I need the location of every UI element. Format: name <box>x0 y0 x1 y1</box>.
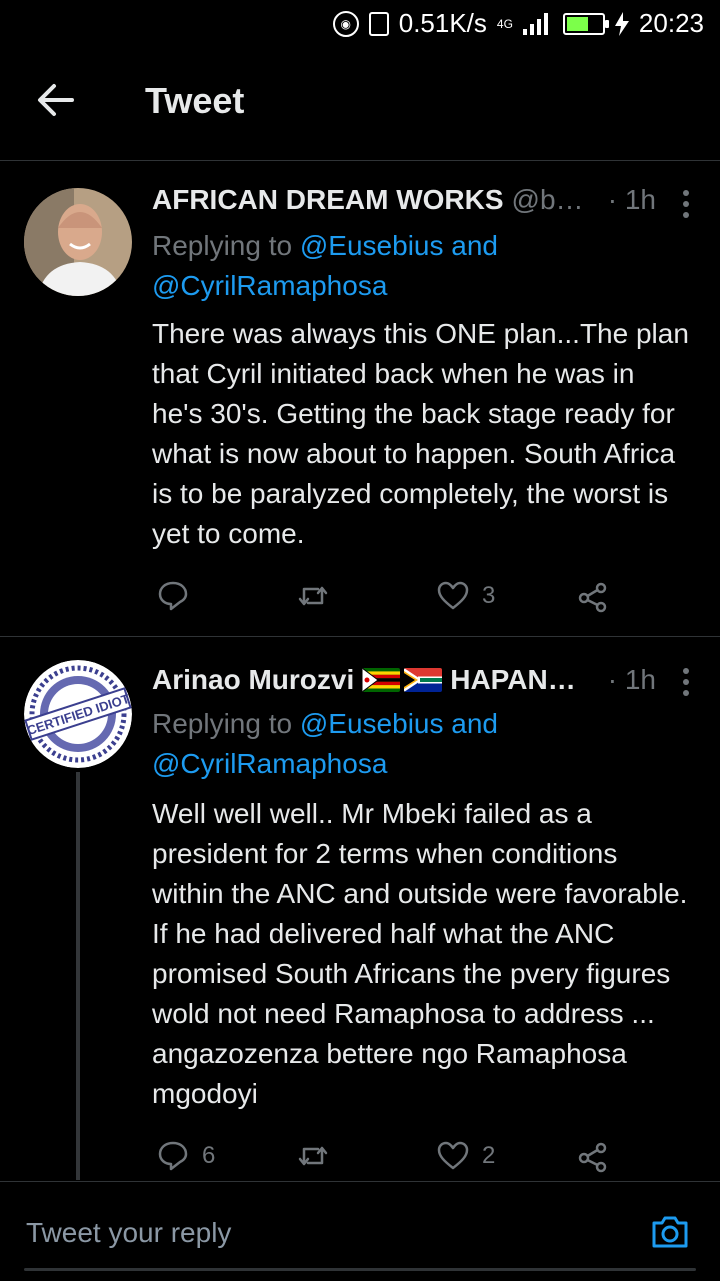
avatar[interactable]: CERTIFIED IDIOT <box>24 660 132 768</box>
reply-icon <box>158 1141 188 1171</box>
display-name[interactable]: Arinao Murozvi <box>152 664 354 696</box>
share-icon <box>578 582 607 613</box>
reply-input[interactable] <box>24 1204 588 1262</box>
avatar-photo <box>24 188 132 296</box>
tweet-text: Well well well.. Mr Mbeki failed as a pr… <box>152 798 688 1109</box>
user-handle[interactable]: @b… <box>512 184 584 216</box>
tweet-reply-2[interactable]: CERTIFIED IDIOT Arinao Murozvi HAPAN… · … <box>0 638 720 1180</box>
network-type: 4G <box>496 16 513 31</box>
replying-to: Replying to @Eusebius and @CyrilRamaphos… <box>152 704 696 784</box>
retweet-button[interactable] <box>296 1136 342 1176</box>
south-africa-flag-icon <box>404 668 443 692</box>
avatar[interactable] <box>24 188 132 296</box>
storage-icon <box>368 11 389 36</box>
display-name[interactable]: AFRICAN DREAM WORKS <box>152 184 504 216</box>
more-options-icon[interactable] <box>682 668 690 696</box>
back-arrow-icon[interactable] <box>36 80 76 120</box>
signal-icon <box>522 12 548 35</box>
reply-icon <box>158 581 188 611</box>
page-title: Tweet <box>145 80 245 121</box>
share-icon <box>578 1142 607 1173</box>
share-button[interactable] <box>576 1136 610 1176</box>
reply-button[interactable] <box>156 576 202 616</box>
net-speed: 0.51K/s <box>398 8 487 38</box>
battery-icon <box>562 12 609 35</box>
top-app-bar: Tweet <box>0 50 720 161</box>
like-count: 3 <box>482 582 496 609</box>
tweet-reply-1[interactable]: AFRICAN DREAM WORKS @b… · 1h Replying to… <box>0 162 720 637</box>
tweet-time: · 1h <box>607 184 656 215</box>
tweet-actions: 6 2 <box>152 1136 632 1176</box>
flag-emojis <box>362 668 443 692</box>
share-button[interactable] <box>576 576 610 616</box>
retweet-icon <box>298 586 328 606</box>
tweet-time: · 1h <box>607 664 656 695</box>
like-count: 2 <box>482 1142 496 1169</box>
thread-line <box>76 772 80 1180</box>
nav-gesture-bar <box>24 1268 696 1271</box>
reply-composer <box>0 1181 720 1281</box>
battery-level <box>566 16 589 31</box>
replying-to-label: Replying to <box>152 708 300 739</box>
display-name-suffix[interactable]: HAPAN… <box>450 664 575 696</box>
retweet-button[interactable] <box>296 576 342 616</box>
retweet-icon <box>298 1146 328 1166</box>
tweet-text: There was always this ONE plan...The pla… <box>152 318 689 549</box>
zimbabwe-flag-icon <box>362 668 401 692</box>
clock: 20:23 <box>638 8 704 38</box>
tweet-actions: 3 <box>152 576 632 616</box>
heart-icon <box>437 1141 469 1170</box>
replying-to: Replying to @Eusebius and @CyrilRamaphos… <box>152 226 696 306</box>
status-bar: ◉ 0.51K/s 4G 20:23 <box>0 0 720 50</box>
like-button[interactable]: 2 <box>436 1136 495 1176</box>
heart-icon <box>437 581 469 610</box>
certified-idiot-stamp: CERTIFIED IDIOT <box>24 660 132 768</box>
more-options-icon[interactable] <box>682 190 690 218</box>
like-button[interactable]: 3 <box>436 576 495 616</box>
reply-button[interactable]: 6 <box>156 1136 215 1176</box>
reply-count: 6 <box>202 1142 216 1169</box>
replying-to-label: Replying to <box>152 230 300 261</box>
charging-icon <box>614 11 629 36</box>
camera-icon[interactable] <box>648 1210 692 1254</box>
vibrate-icon: ◉ <box>332 10 359 37</box>
